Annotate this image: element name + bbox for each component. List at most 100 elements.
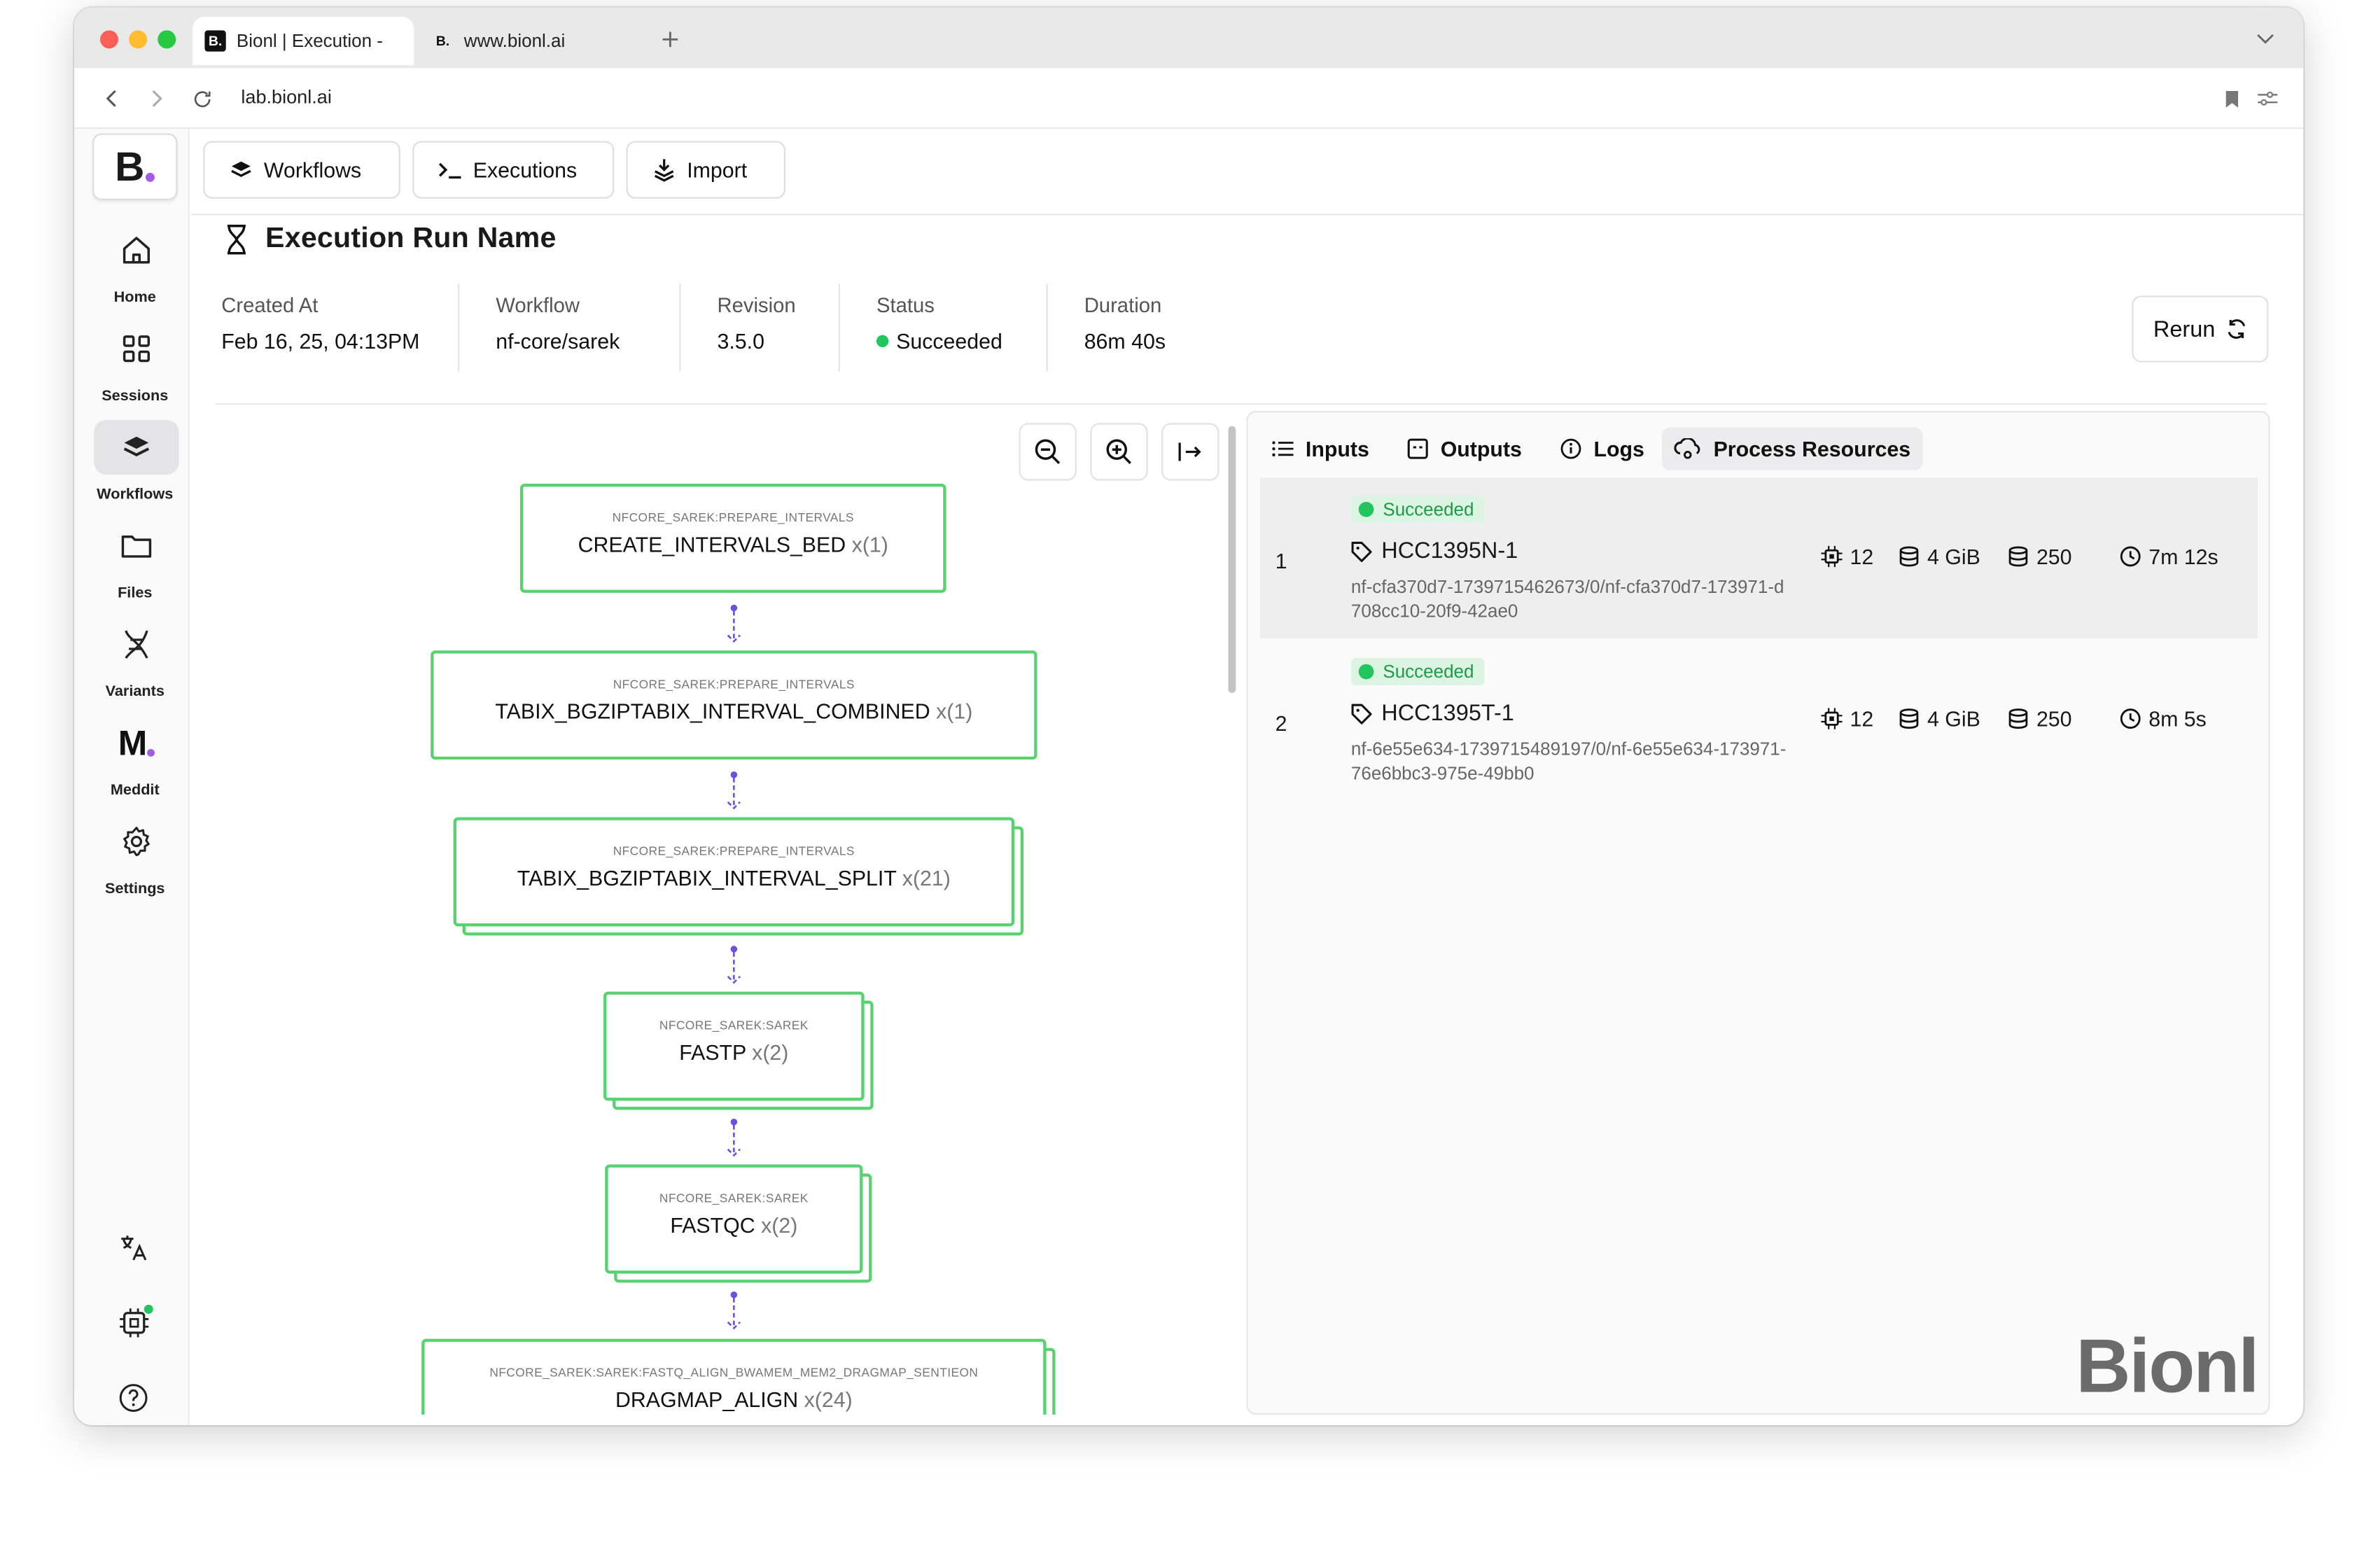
disk: 250 [2008,706,2072,731]
node-title: DRAGMAP_ALIGN [615,1387,799,1412]
database-icon [2008,708,2028,729]
browser-tab-active[interactable]: B. Bionl | Execution - [193,16,414,66]
cpu-count: 12 [1821,544,1874,569]
table-row[interactable]: 2 Succeeded HCC1395T-1 nf-6e55e634-17397… [1260,640,2258,801]
clock-icon [2120,708,2141,729]
sidebar-item-files[interactable]: Files [74,519,190,612]
sidebar-item-label: Sessions [102,388,169,405]
node-name: TABIX_BGZIPTABIX_INTERVAL_COMBINED x(1) [433,699,1034,724]
tab-outputs[interactable]: Outputs [1407,428,1522,470]
reload-icon[interactable] [190,86,214,111]
dag-node[interactable]: NFCORE_SAREK:SAREK:FASTQ_ALIGN_BWAMEM_ME… [421,1338,1047,1415]
hourglass-icon [221,223,251,256]
status-value: Succeeded [876,329,1002,354]
close-window-button[interactable] [99,30,118,49]
layers-icon [231,161,251,177]
back-arrow-icon[interactable] [99,86,123,111]
maximize-window-button[interactable] [158,30,176,49]
clock-icon [2120,546,2141,567]
node-count: x(2) [761,1212,798,1238]
meta-value: nf-core/sarek [496,329,620,354]
home-icon [94,223,179,277]
gear-icon [94,814,179,869]
sidebar-item-workflows[interactable]: Workflows [74,419,190,514]
fit-view-button[interactable] [1161,423,1220,481]
app-sidebar: B.B Home Sessions Workflows Files [74,129,190,1426]
node-title: FASTP [679,1040,746,1065]
rerun-button[interactable]: Rerun [2132,295,2269,363]
sidebar-item-sessions[interactable]: Sessions [74,321,190,415]
sliders-icon[interactable] [2255,86,2279,111]
info-icon [1560,438,1581,459]
cpu-status-icon[interactable] [117,1304,153,1340]
workflow-dag-canvas[interactable]: NFCORE_SAREK:PREPARE_INTERVALS CREATE_IN… [216,411,1247,1415]
meta-created: Created At Feb 16, 25, 04:13PM [221,294,419,353]
sidebar-item-settings[interactable]: Settings [74,814,190,908]
tab-logs[interactable]: Logs [1560,428,1644,470]
import-button[interactable]: Import [626,141,785,199]
node-name: TABIX_BGZIPTABIX_INTERVAL_SPLIT x(21) [456,866,1012,890]
cpu-icon [1821,545,1843,568]
dag-node[interactable]: NFCORE_SAREK:PREPARE_INTERVALS TABIX_BGZ… [453,817,1015,927]
browser-tab[interactable]: B. www.bionl.ai [432,17,644,65]
memory: 4 GiB [1899,545,1980,568]
status-badge: Succeeded [1350,496,1485,524]
forward-arrow-icon[interactable] [146,86,170,111]
executions-button[interactable]: Executions [412,141,615,199]
row-index: 2 [1275,710,1287,736]
sidebar-item-label: Settings [105,881,165,898]
dna-icon [94,617,179,672]
node-title: CREATE_INTERVALS_BED [578,532,846,556]
dag-edge [727,604,741,643]
divider [1046,284,1048,372]
tab-process-resources[interactable]: Process Resources [1661,427,1923,470]
tab-title: Bionl | Execution - [236,30,383,52]
minimize-window-button[interactable] [129,30,148,49]
dag-scrollbar[interactable] [1228,426,1236,693]
tag-icon [1351,703,1372,724]
dag-edge [727,1119,741,1157]
page-title: Execution Run Name [265,223,557,255]
workflows-button[interactable]: Workflows [203,141,400,199]
bookmark-icon[interactable] [2221,86,2242,111]
meta-label: Duration [1084,294,1162,317]
layers-icon [94,419,179,475]
node-count: x(21) [902,865,951,890]
dag-node[interactable]: NFCORE_SAREK:PREPARE_INTERVALS TABIX_BGZ… [431,650,1037,760]
sidebar-item-home[interactable]: Home [74,223,190,316]
cpu-value: 12 [1850,544,1874,569]
process-name: HCC1395T-1 [1381,700,1514,727]
watermark-text: Bionl [2076,1323,2259,1409]
tab-label: Inputs [1305,436,1369,461]
bionl-favicon-icon: B. [435,33,450,49]
chevron-down-icon[interactable] [2252,26,2279,53]
node-scope: NFCORE_SAREK:SAREK [659,1018,809,1033]
logo-dot [146,172,155,181]
duration-value: 8m 5s [2148,706,2207,732]
meta-label: Revision [717,294,796,317]
node-name: CREATE_INTERVALS_BED x(1) [523,532,943,556]
table-row[interactable]: 1 Succeeded HCC1395N-1 nf-cfa370d7-17397… [1259,477,2258,638]
help-icon[interactable] [117,1381,151,1415]
dag-node[interactable]: NFCORE_SAREK:SAREK FASTQC x(2) [605,1164,863,1274]
zoom-out-button[interactable] [1019,423,1077,481]
executions-label: Executions [473,158,578,182]
url-field[interactable]: lab.bionl.ai [241,86,331,107]
duration: 8m 5s [2120,706,2207,731]
node-scope: NFCORE_SAREK:PREPARE_INTERVALS [613,844,855,858]
dag-node[interactable]: NFCORE_SAREK:SAREK FASTP x(2) [603,991,865,1101]
import-icon [654,159,674,182]
sidebar-item-variants[interactable]: Variants [74,617,190,711]
dag-node[interactable]: NFCORE_SAREK:PREPARE_INTERVALS CREATE_IN… [519,483,946,593]
browser-window: B. Bionl | Execution - B. www.bionl.ai l… [74,7,2304,1426]
tab-inputs[interactable]: Inputs [1272,428,1369,470]
zoom-out-icon [1035,439,1061,464]
new-tab-plus-icon[interactable] [657,26,684,53]
cloud-cog-icon [1674,438,1700,459]
translate-icon[interactable] [117,1231,151,1265]
sidebar-item-meddit[interactable]: M Meddit [74,715,190,809]
bionl-logo[interactable]: B.B [92,133,178,200]
status-badge-text: Succeeded [1383,661,1474,682]
zoom-in-button[interactable] [1090,423,1148,481]
cpu-count: 12 [1821,706,1873,731]
